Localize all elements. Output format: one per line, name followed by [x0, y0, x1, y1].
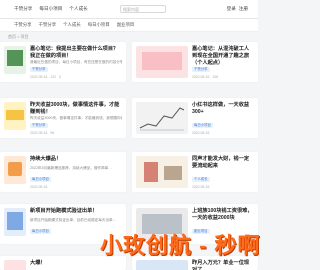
article-date: 2022-05-16: [30, 131, 48, 135]
article-thumbnail: [4, 102, 26, 130]
category-tabs: 千赞分享 千赞分享 个人成长 每日小项目 副业项目: [0, 19, 258, 32]
nav-item-qianzan[interactable]: 千赞分享: [14, 6, 32, 12]
article-date: 2022-05-16: [192, 131, 210, 135]
chart-thumbnail-icon: [139, 107, 185, 131]
article-tag[interactable]: 每日小项目: [192, 123, 213, 128]
article-card[interactable]: 嘉心笔记：从混沌破工人到现在全国开通了趣之旅（个人起点） 千赞分享 2022-0…: [132, 42, 258, 82]
article-title[interactable]: 小红书这样做，一天收益300+: [192, 102, 254, 116]
article-date: 2022-05-16: [192, 75, 210, 79]
article-thumbnail: [136, 102, 188, 134]
article-tag[interactable]: 千赞分享: [30, 123, 48, 128]
login-link[interactable]: 登录: [227, 6, 236, 12]
article-title[interactable]: 持续大爆品！: [30, 156, 122, 163]
watermark-logo: 小玫创航 - 秒啊: [100, 233, 261, 258]
article-card[interactable]: 昨天收益3000块，做事情这件事，才能赚到钱！ 昨天收益3000块，做事情这件事…: [0, 98, 126, 138]
article-date: 2022-05-16: [30, 185, 48, 189]
article-tag[interactable]: 每日小项目: [30, 229, 51, 234]
article-thumbnail: [4, 208, 26, 236]
nav-item-growth[interactable]: 个人成长: [69, 6, 87, 12]
article-meta: 2022-05-16: [192, 185, 209, 189]
article-title[interactable]: 上班族100块钱工资很难，一天的收益2000块: [192, 208, 254, 222]
article-thumbnail: [136, 156, 188, 188]
article-title[interactable]: 嘉心笔记：我提出主要在做什么项目？我正在做的项目！: [30, 46, 122, 60]
article-card[interactable]: 同声才能发大财，钱一定要流动起来 个人成长 2022-05-16: [132, 152, 258, 192]
article-comments: 3: [59, 75, 61, 79]
article-title[interactable]: 同声才能发大财，钱一定要流动起来: [192, 156, 254, 170]
main-nav: 千赞分享 每日小项目 个人成长: [14, 6, 88, 12]
article-card[interactable]: 小红书这样做，一天收益300+ 每日小项目 2022-05-16: [132, 98, 258, 138]
article-date: 2022-05-16: [192, 185, 210, 189]
article-title[interactable]: 新项目开始跑模式验证出单！: [30, 208, 122, 215]
article-thumbnail: [136, 46, 188, 78]
article-views: 96: [50, 131, 55, 135]
article-title[interactable]: 昨月入万元？单业一位现对了: [192, 260, 254, 270]
search-input[interactable]: 搜索内容: [120, 5, 166, 13]
article-meta: 2022-05-16 108: [192, 75, 218, 79]
tab-5[interactable]: 副业项目: [117, 22, 135, 28]
article-excerpt: 新项目开始跑模式验证出单，目前已经稳定每天出单…: [30, 218, 117, 222]
article-excerpt: 2022年5月最新爆品推荐，持续大爆品，操作简单…: [30, 166, 112, 170]
article-meta: 2022-05-16: [192, 131, 209, 135]
article-tag[interactable]: 个人成长: [192, 177, 210, 182]
article-excerpt: 昨天收益3000块，做事情这件事，才能赚到钱，我想跟你们分享…: [30, 116, 122, 120]
auth-links: 登录 注册: [227, 6, 248, 12]
article-card[interactable]: 嘉心笔记：我提出主要在做什么项目？我正在做的项目！ 千赞分享 我最近在做的项目，…: [0, 42, 126, 82]
article-date: 2022-05-16: [30, 75, 48, 79]
article-thumbnail: [136, 260, 188, 270]
tab-2[interactable]: 千赞分享: [39, 22, 57, 28]
article-views: 122: [50, 75, 57, 79]
article-title[interactable]: 昨天收益3000块，做事情这件事，才能赚到钱！: [30, 102, 122, 116]
nav-item-daily-project[interactable]: 每日小项目: [39, 6, 62, 12]
article-tag[interactable]: 千赞分享: [30, 67, 48, 72]
top-navigation-bar: 千赞分享 每日小项目 个人成长 搜索内容 登录 注册: [0, 0, 258, 19]
article-thumbnail: [4, 260, 26, 270]
article-title[interactable]: 大爆！: [30, 260, 122, 267]
register-link[interactable]: 注册: [239, 6, 248, 12]
article-tag[interactable]: 每日小项目: [30, 177, 51, 182]
article-meta: 2022-05-16 96: [30, 131, 54, 135]
article-excerpt: 我最近在做的项目，每日小项目，有些还是在做的内容分享…: [30, 60, 122, 64]
article-tag[interactable]: 千赞分享: [192, 67, 210, 72]
tab-1[interactable]: 千赞分享: [14, 22, 32, 28]
article-thumbnail: [4, 46, 26, 74]
article-meta: 2022-05-16: [30, 185, 47, 189]
article-title[interactable]: 嘉心笔记：从混沌破工人到现在全国开通了趣之旅（个人起点）: [192, 46, 254, 67]
article-views: 108: [212, 75, 219, 79]
article-card[interactable]: 持续大爆品！ 2022年5月最新爆品推荐，持续大爆品，操作简单… 每日小项目 2…: [0, 152, 126, 192]
tab-3[interactable]: 个人成长: [63, 22, 81, 28]
article-meta: 2022-05-16 122 3: [30, 75, 61, 79]
article-thumbnail: [4, 156, 26, 184]
breadcrumb: 首页 > 项目: [8, 34, 29, 39]
tab-4[interactable]: 每日小项目: [88, 22, 110, 28]
